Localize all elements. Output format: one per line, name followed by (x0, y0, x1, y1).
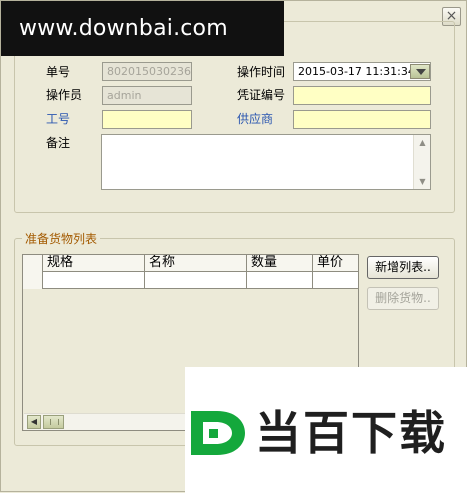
column-header-name[interactable]: 名称 (145, 255, 247, 272)
watermark-banner: www.downbai.com (1, 1, 284, 56)
scroll-thumb[interactable] (43, 415, 64, 429)
employee-id-label[interactable]: 工号 (46, 110, 70, 127)
remark-label: 备注 (46, 136, 71, 150)
cell-name[interactable] (145, 272, 247, 289)
goods-prep-window: × 单号 802015030236 操作员 admin 工号 操作时间 2015… (0, 0, 467, 493)
column-header-spec[interactable]: 规格 (43, 255, 145, 272)
voucher-no-label: 凭证编号 (237, 88, 286, 102)
supplier-label[interactable]: 供应商 (237, 110, 273, 127)
operator-label: 操作员 (46, 88, 83, 102)
add-list-button[interactable]: 新增列表.. (367, 256, 439, 279)
brand-logo-icon (191, 411, 245, 455)
supplier-field[interactable] (293, 110, 431, 129)
brand-name: 当百下载 (255, 406, 447, 460)
operator-field[interactable]: admin (102, 86, 192, 105)
goods-list-title: 准备货物列表 (22, 230, 101, 247)
cell-price[interactable] (313, 272, 358, 289)
row-indicator (23, 272, 43, 289)
delete-goods-button[interactable]: 删除货物.. (367, 287, 439, 310)
table-row[interactable] (23, 272, 358, 289)
op-time-label: 操作时间 (237, 65, 286, 79)
grid-corner-cell (23, 255, 43, 272)
grid-header-row: 规格 名称 数量 单价 (23, 255, 358, 272)
employee-id-field[interactable] (102, 110, 192, 129)
remark-textarea[interactable]: ▲ ▼ (101, 134, 431, 190)
cell-spec[interactable] (43, 272, 145, 289)
remark-scrollbar[interactable]: ▲ ▼ (413, 135, 430, 189)
voucher-no-field[interactable] (293, 86, 431, 105)
order-no-label: 单号 (46, 65, 71, 79)
scroll-down-icon[interactable]: ▼ (415, 174, 430, 189)
op-time-dropdown-button[interactable] (410, 64, 430, 79)
column-header-price[interactable]: 单价 (313, 255, 358, 272)
scroll-up-icon[interactable]: ▲ (415, 135, 430, 150)
column-header-qty[interactable]: 数量 (247, 255, 313, 272)
grid-horizontal-scrollbar[interactable]: ◀ (24, 413, 194, 430)
order-no-field[interactable]: 802015030236 (102, 62, 192, 81)
brand-watermark: 当百下载 (185, 367, 467, 493)
cell-qty[interactable] (247, 272, 313, 289)
scroll-left-icon[interactable]: ◀ (27, 415, 41, 429)
